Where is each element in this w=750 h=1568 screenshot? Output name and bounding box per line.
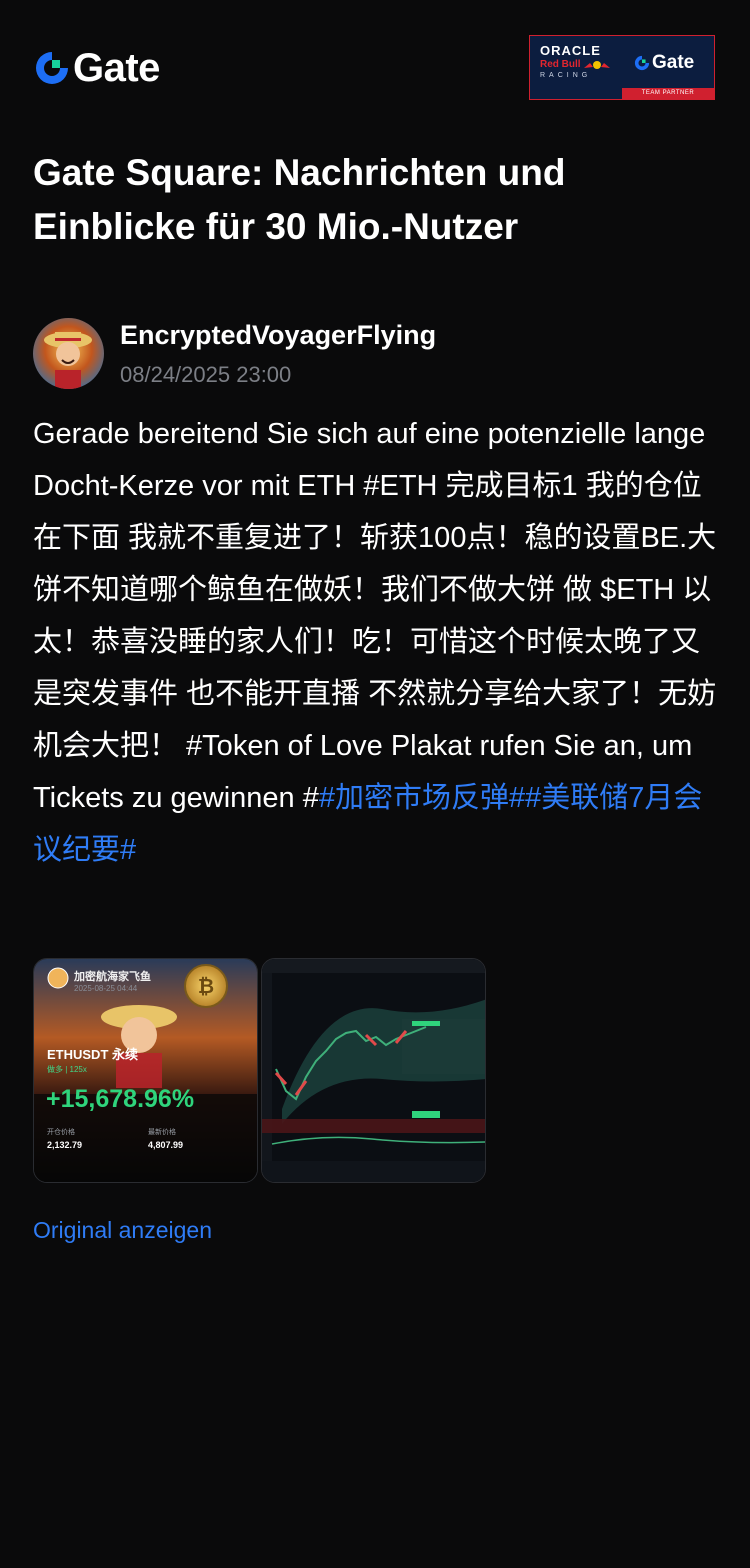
- show-original-link[interactable]: Original anzeigen: [33, 1217, 212, 1244]
- team-partner-label: TEAM PARTNER: [622, 88, 714, 99]
- chart-screenshot-image: [262, 959, 485, 1182]
- page-header: Gate ORACLE Red Bull RACING Gate TEAM PA…: [0, 0, 750, 130]
- card-pair: ETHUSDT 永续: [47, 1047, 139, 1062]
- card-last-label: 最新价格: [148, 1129, 176, 1136]
- partner-gate-text: Gate: [652, 52, 695, 73]
- post-image-pnl-card[interactable]: ₿ 加密航海家飞鱼 2025-08-25 04:44 ETHUSDT 永续 做多…: [33, 958, 258, 1183]
- logo-text: Gate: [73, 46, 160, 90]
- oracle-redbull-logo: ORACLE Red Bull RACING: [540, 43, 618, 79]
- post-timestamp: 08/24/2025 23:00: [120, 362, 292, 387]
- post-text: Gerade bereitend Sie sich auf eine poten…: [33, 418, 717, 814]
- card-username: 加密航海家飞鱼: [74, 971, 151, 983]
- redbull-text: Red Bull: [540, 59, 618, 70]
- gate-logo[interactable]: Gate: [34, 48, 160, 88]
- avatar[interactable]: [33, 318, 104, 389]
- oracle-text: ORACLE: [540, 43, 601, 58]
- post-image-chart-screenshot[interactable]: [261, 958, 486, 1183]
- author-name[interactable]: EncryptedVoyagerFlying: [120, 320, 436, 351]
- card-entry-value: 2,132.79: [47, 1140, 83, 1150]
- redbull-label: Red Bull: [540, 59, 581, 70]
- avatar-image: [33, 318, 104, 389]
- racing-text: RACING: [540, 72, 592, 79]
- gate-logo-small-icon: [634, 55, 650, 71]
- svg-text:₿: ₿: [198, 974, 214, 998]
- hashtag-crypto-rebound[interactable]: #加密市场反弹#: [319, 782, 525, 814]
- card-position-side: 做多 | 125x: [47, 1065, 87, 1074]
- card-date: 2025-08-25 04:44: [74, 984, 138, 993]
- partner-gate-logo: Gate: [634, 52, 694, 74]
- card-entry-label: 开仓价格: [47, 1129, 75, 1136]
- gate-logo-icon: [36, 52, 68, 84]
- post-author: EncryptedVoyagerFlying 08/24/2025 23:00: [33, 318, 723, 390]
- page-title: Gate Square: Nachrichten und Einblicke f…: [33, 152, 566, 247]
- post-body: Gerade bereitend Sie sich auf eine poten…: [33, 408, 723, 876]
- card-last-value: 4,807.99: [148, 1140, 184, 1150]
- team-partner-badge: ORACLE Red Bull RACING Gate TEAM PARTNER: [529, 35, 715, 100]
- card-pnl: +15,678.96%: [46, 1085, 195, 1113]
- bull-icon: [583, 60, 610, 69]
